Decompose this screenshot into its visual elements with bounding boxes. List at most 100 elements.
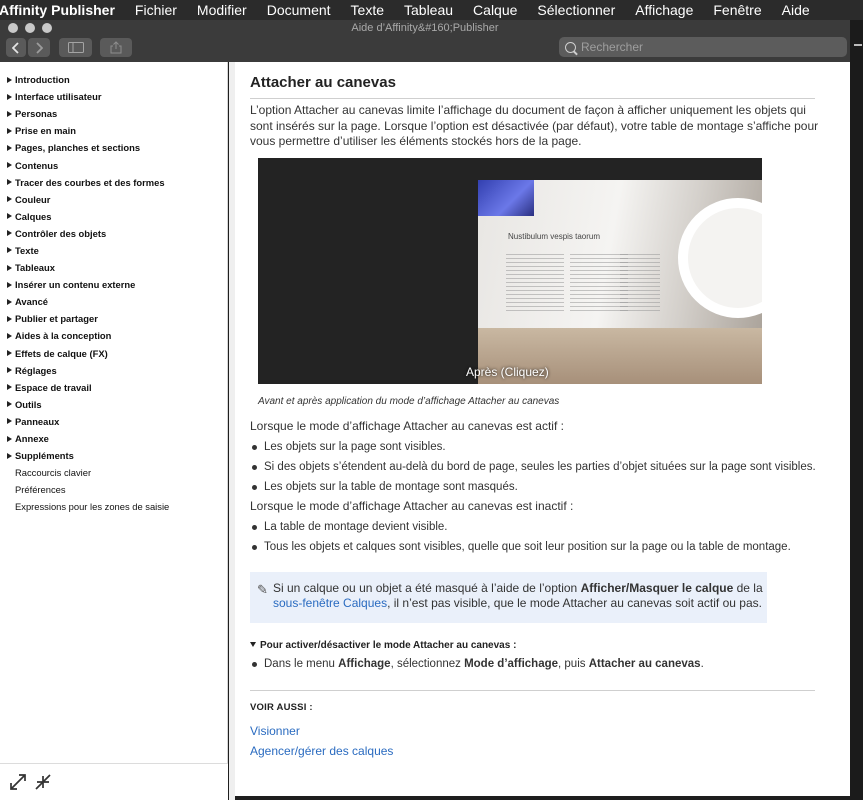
disclosure-triangle-icon[interactable]: [7, 230, 12, 237]
text-column: [506, 254, 564, 314]
procedure-step: Dans le menu Affichage, sélectionnez Mod…: [250, 654, 825, 674]
note-text: , il n’est pas visible, que le mode Atta…: [387, 596, 762, 610]
collapse-all-icon[interactable]: [34, 773, 52, 791]
list-item: Les objets sur la page sont visibles.: [250, 437, 825, 457]
disclosure-triangle-icon[interactable]: [7, 213, 12, 220]
close-window-button[interactable]: [8, 23, 18, 33]
sidebar-item-effets[interactable]: Effets de calque (FX): [0, 345, 227, 362]
sidebar-item-espace[interactable]: Espace de travail: [0, 379, 227, 396]
sidebar-item-annexe[interactable]: Annexe: [0, 430, 227, 447]
after-click-label[interactable]: Après (Cliquez): [466, 365, 549, 379]
step-bold: Affichage: [338, 658, 391, 670]
disclosure-triangle-icon[interactable]: [7, 332, 12, 339]
list-item: Si des objets s’étendent au-delà du bord…: [250, 457, 825, 477]
disclosure-triangle-icon[interactable]: [7, 162, 12, 169]
disclosure-triangle-icon[interactable]: [7, 110, 12, 117]
search-placeholder: Rechercher: [581, 40, 644, 54]
disclosure-triangle-icon[interactable]: [7, 247, 12, 254]
menu-app-name[interactable]: Affinity Publisher: [0, 2, 115, 18]
sidebar-item-interface[interactable]: Interface utilisateur: [0, 88, 227, 105]
see-also-link-calques[interactable]: Agencer/gérer des calques: [250, 744, 393, 758]
sidebar-item-couleur[interactable]: Couleur: [0, 191, 227, 208]
sidebar-item-calques[interactable]: Calques: [0, 208, 227, 225]
sidebar-item-aides[interactable]: Aides à la conception: [0, 327, 227, 344]
sidebar-item-inserer[interactable]: Insérer un contenu externe: [0, 276, 227, 293]
help-toolbar: Rechercher: [0, 36, 850, 62]
sidebar-item-label: Contenus: [15, 159, 59, 171]
list-item: La table de montage devient visible.: [250, 517, 825, 537]
disclosure-triangle-icon[interactable]: [7, 179, 12, 186]
share-button[interactable]: [100, 38, 132, 57]
menu-aide[interactable]: Aide: [782, 2, 810, 18]
disclosure-triangle-icon[interactable]: [7, 435, 12, 442]
disclosure-triangle-icon[interactable]: [7, 298, 12, 305]
menu-bar: Affinity Publisher Fichier Modifier Docu…: [0, 0, 863, 20]
menu-texte[interactable]: Texte: [351, 2, 384, 18]
note-text: Si un calque ou un objet a été masqué à …: [273, 581, 581, 595]
sidebar-item-avance[interactable]: Avancé: [0, 293, 227, 310]
procedure-toggle[interactable]: Pour activer/désactiver le mode Attacher…: [250, 640, 516, 651]
disclosure-triangle-icon[interactable]: [7, 196, 12, 203]
sidebar-item-reglages[interactable]: Réglages: [0, 362, 227, 379]
zoom-window-button[interactable]: [42, 23, 52, 33]
disclosure-triangle-icon[interactable]: [7, 401, 12, 408]
menu-calque[interactable]: Calque: [473, 2, 517, 18]
calques-panel-link[interactable]: sous-fenêtre Calques: [273, 596, 387, 610]
sidebar-item-tableaux[interactable]: Tableaux: [0, 259, 227, 276]
menu-fichier[interactable]: Fichier: [135, 2, 177, 18]
active-list: Les objets sur la page sont visibles. Si…: [250, 437, 825, 497]
sidebar-item-tracer[interactable]: Tracer des courbes et des formes: [0, 174, 227, 191]
sidebar-item-texte[interactable]: Texte: [0, 242, 227, 259]
disclosure-triangle-icon[interactable]: [7, 367, 12, 374]
disclosure-triangle-icon[interactable]: [7, 264, 12, 271]
menu-document[interactable]: Document: [267, 2, 331, 18]
sidebar-item-label: Espace de travail: [15, 381, 92, 393]
see-also-link-visionner[interactable]: Visionner: [250, 724, 300, 738]
disclosure-triangle-icon[interactable]: [7, 93, 12, 100]
before-after-image[interactable]: Nustibulum vespis taorum Après (Cliquez): [258, 158, 762, 384]
chevron-right-icon: [36, 41, 43, 54]
toggle-sidebar-button[interactable]: [59, 38, 92, 57]
sidebar-item-expressions[interactable]: Expressions pour les zones de saisie: [0, 498, 227, 515]
sidebar-item-publier[interactable]: Publier et partager: [0, 310, 227, 327]
sidebar-item-label: Tracer des courbes et des formes: [15, 176, 165, 188]
disclosure-triangle-icon[interactable]: [7, 127, 12, 134]
topic-list: Introduction Interface utilisateur Perso…: [0, 62, 227, 515]
disclosure-triangle-icon[interactable]: [7, 350, 12, 357]
sidebar-item-supplements[interactable]: Suppléments: [0, 447, 227, 464]
sidebar-item-controler[interactable]: Contrôler des objets: [0, 225, 227, 242]
disclosure-triangle-icon[interactable]: [7, 418, 12, 425]
search-field[interactable]: Rechercher: [559, 37, 847, 57]
sidebar-item-personas[interactable]: Personas: [0, 105, 227, 122]
sidebar-item-contenus[interactable]: Contenus: [0, 156, 227, 173]
menu-fenetre[interactable]: Fenêtre: [713, 2, 761, 18]
sidebar-item-outils[interactable]: Outils: [0, 396, 227, 413]
menu-modifier[interactable]: Modifier: [197, 2, 247, 18]
disclosure-triangle-icon[interactable]: [7, 76, 12, 83]
sidebar-item-raccourcis[interactable]: Raccourcis clavier: [0, 464, 227, 481]
sidebar-item-preferences[interactable]: Préférences: [0, 481, 227, 498]
help-sidebar: Introduction Interface utilisateur Perso…: [0, 62, 228, 800]
disclosure-triangle-icon[interactable]: [7, 452, 12, 459]
sidebar-item-introduction[interactable]: Introduction: [0, 71, 227, 88]
disclosure-triangle-icon[interactable]: [7, 281, 12, 288]
sidebar-item-prise-en-main[interactable]: Prise en main: [0, 122, 227, 139]
menu-selectionner[interactable]: Sélectionner: [537, 2, 615, 18]
sidebar-item-label: Contrôler des objets: [15, 227, 107, 239]
disclosure-triangle-icon[interactable]: [7, 384, 12, 391]
sidebar-item-panneaux[interactable]: Panneaux: [0, 413, 227, 430]
minimize-window-button[interactable]: [25, 23, 35, 33]
sidebar-item-label: Panneaux: [15, 415, 60, 427]
menu-tableau[interactable]: Tableau: [404, 2, 453, 18]
expand-all-icon[interactable]: [9, 773, 27, 791]
help-article: Attacher au canevas L’option Attacher au…: [235, 62, 850, 796]
search-icon: [565, 41, 576, 53]
sidebar-item-label: Annexe: [15, 433, 49, 445]
forward-button[interactable]: [28, 38, 50, 57]
share-icon: [110, 41, 122, 54]
disclosure-triangle-icon[interactable]: [7, 315, 12, 322]
back-button[interactable]: [6, 38, 26, 57]
disclosure-triangle-icon[interactable]: [7, 144, 12, 151]
menu-affichage[interactable]: Affichage: [635, 2, 693, 18]
sidebar-item-pages[interactable]: Pages, planches et sections: [0, 139, 227, 156]
